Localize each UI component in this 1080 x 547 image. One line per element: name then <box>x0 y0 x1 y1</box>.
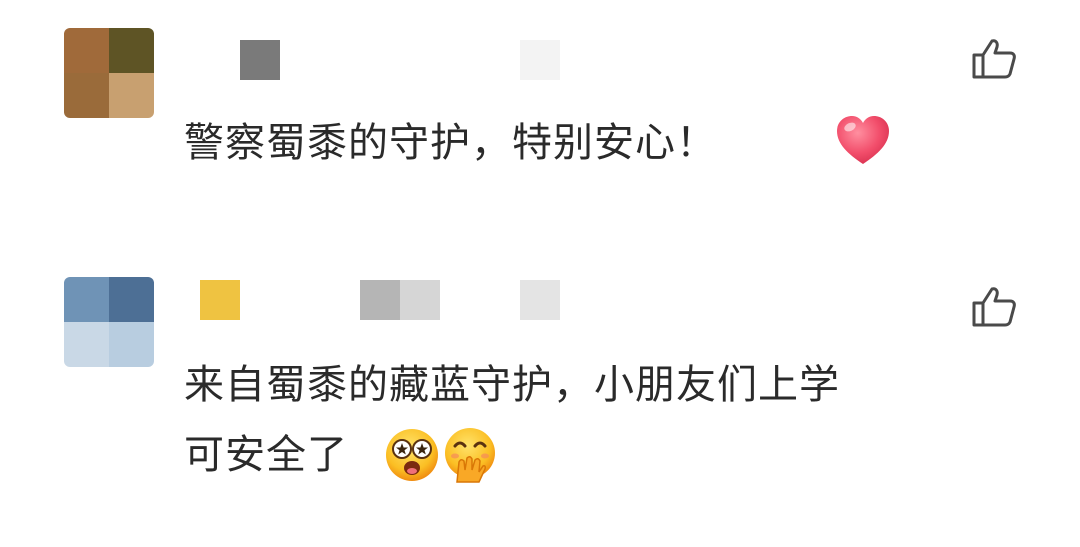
comment-item: 警察蜀黍的守护，特别安心！ <box>0 0 1080 250</box>
avatar-pixel <box>64 322 109 367</box>
avatar-pixel <box>109 277 154 322</box>
username-pixel <box>360 280 400 320</box>
avatar-pixel <box>64 73 109 118</box>
comment-text: 警察蜀黍的守护，特别安心！ <box>184 120 717 166</box>
avatar[interactable] <box>64 277 154 367</box>
star-struck-face-icon <box>386 429 438 481</box>
thumbs-up-outline-icon[interactable] <box>970 37 1018 81</box>
username-pixel <box>200 280 240 320</box>
avatar-pixel <box>109 322 154 367</box>
avatar-pixel <box>109 73 154 118</box>
hand-over-mouth-face-icon <box>445 428 495 483</box>
avatar-pixel <box>109 28 154 73</box>
comment-text-line: 来自蜀黍的藏蓝守护，小朋友们上学 <box>184 362 840 408</box>
thumbs-up-outline-icon[interactable] <box>970 285 1018 329</box>
username-pixel <box>400 280 440 320</box>
avatar[interactable] <box>64 28 154 118</box>
username-pixel <box>240 40 280 80</box>
comment-item: 来自蜀黍的藏蓝守护，小朋友们上学 可安全了 <box>0 250 1080 547</box>
red-heart-icon <box>837 116 889 164</box>
comment-text-line: 可安全了 <box>184 432 348 478</box>
avatar-pixel <box>64 28 109 73</box>
comment-text: 来自蜀黍的藏蓝守护，小朋友们上学 可安全了 <box>184 350 1044 490</box>
username-pixel <box>520 280 560 320</box>
avatar-pixel <box>64 277 109 322</box>
username-pixel <box>520 40 560 80</box>
